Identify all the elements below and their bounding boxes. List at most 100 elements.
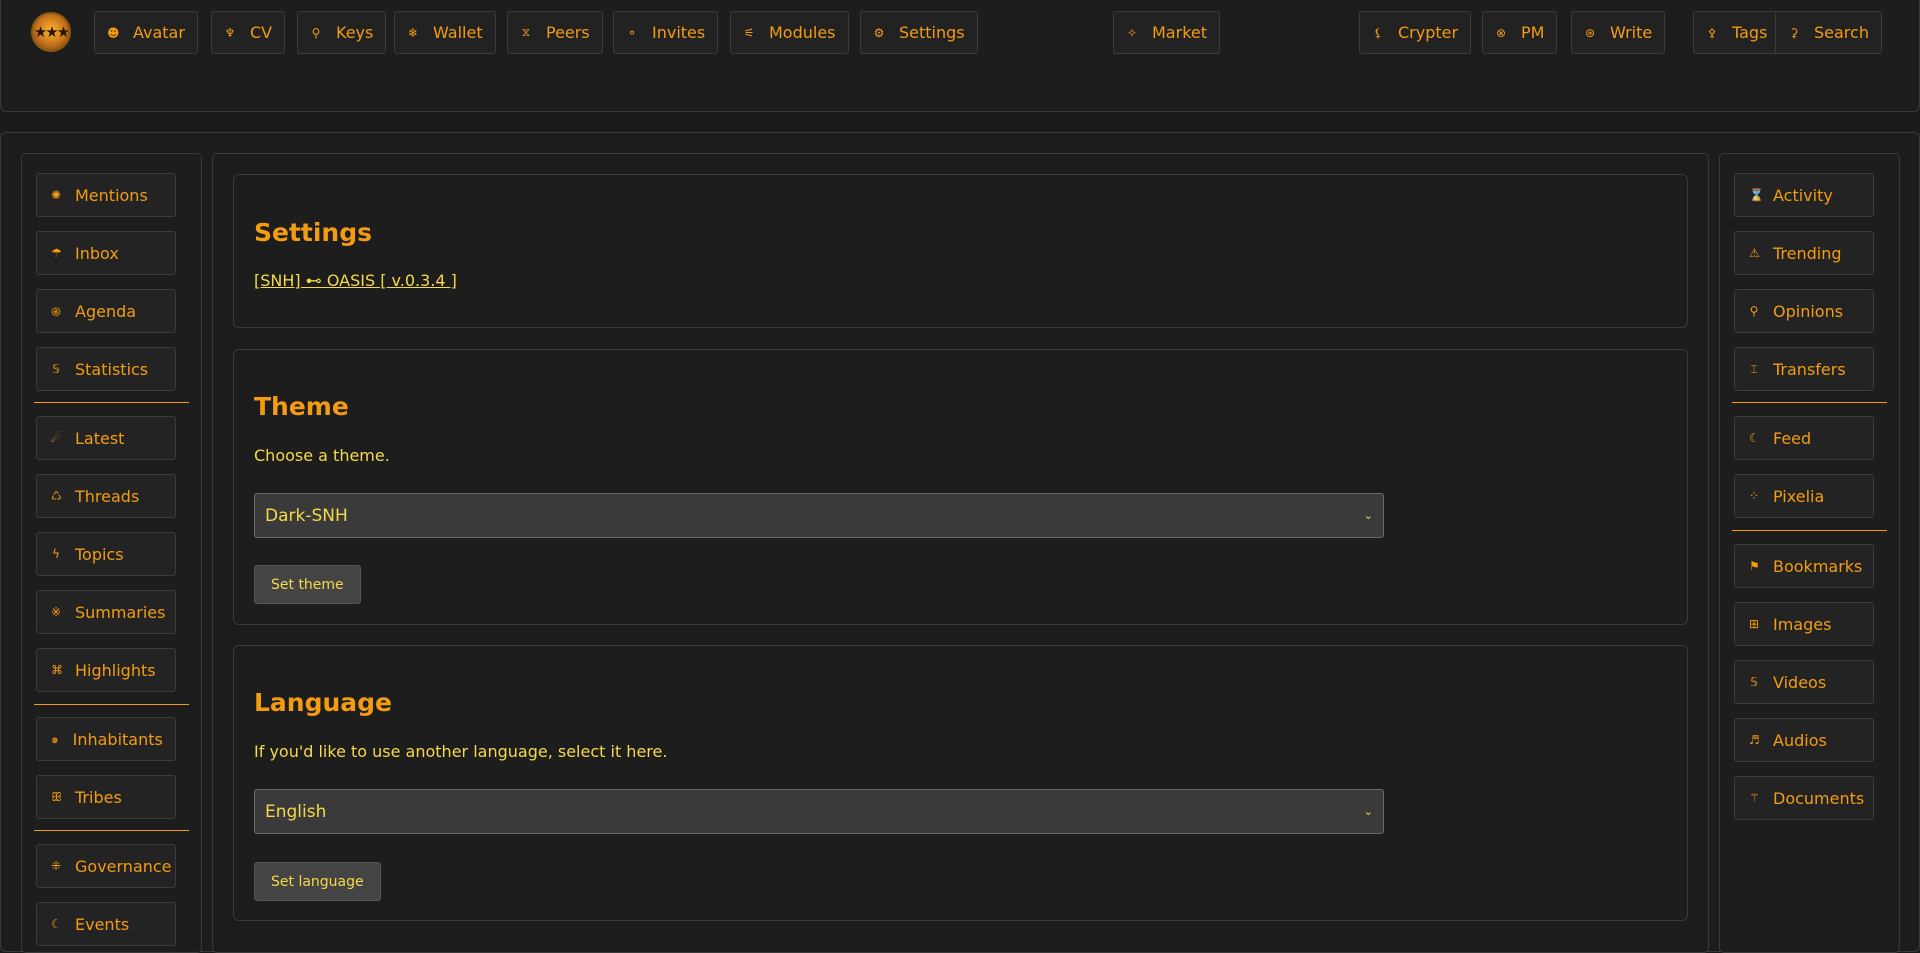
chevron-down-icon: ⌄ (1363, 509, 1373, 522)
document-icon: ⚚ (1749, 791, 1760, 805)
sidebar-separator (34, 402, 189, 403)
sidebar-item-topics[interactable]: ϟ Topics (36, 532, 176, 576)
sidebar-item-agenda[interactable]: ֎ Agenda (36, 289, 176, 333)
sidebar-item-pixelia[interactable]: ⁘ Pixelia (1734, 474, 1874, 518)
language-select-value: English (265, 801, 327, 822)
reference-mark-icon: ※ (51, 605, 62, 619)
sidebar-item-label: Tribes (75, 787, 122, 807)
sidebar-item-label: Events (75, 914, 130, 934)
recycle-icon: ♺ (51, 489, 62, 503)
sidebar-item-label: Summaries (75, 602, 166, 622)
nav-cv-button[interactable]: ♆ CV (211, 11, 286, 54)
nav-label: Settings (899, 23, 965, 42)
sidebar-item-opinions[interactable]: ⚲ Opinions (1734, 289, 1874, 333)
pm-icon: ⊗ (1495, 25, 1507, 40)
language-select[interactable]: English ⌄ (254, 789, 1384, 834)
moon-icon: ☾ (51, 917, 62, 931)
theme-select[interactable]: Dark-SNH ⌄ (254, 493, 1384, 538)
set-theme-button[interactable]: Set theme (254, 565, 361, 604)
sidebar-item-label: Audios (1773, 730, 1827, 750)
sidebar-item-feed[interactable]: ☾ Feed (1734, 416, 1874, 460)
sidebar-item-label: Statistics (75, 359, 149, 379)
sidebar-item-images[interactable]: ⊞ Images (1734, 602, 1874, 646)
sidebar-item-label: Agenda (75, 301, 137, 321)
hourglass-icon: ⧖ (521, 25, 531, 39)
command-icon: ⌘ (51, 663, 63, 677)
nav-modules-button[interactable]: ⚟ Modules (730, 11, 849, 54)
nav-label: CV (250, 23, 273, 42)
sidebar-item-label: Images (1773, 614, 1832, 634)
nav-label: Invites (652, 23, 706, 42)
nav-label: Crypter (1398, 23, 1459, 42)
sidebar-item-videos[interactable]: 𝕊 Videos (1734, 660, 1874, 704)
language-description: If you'd like to use another language, s… (254, 742, 668, 761)
sidebar-item-tribes[interactable]: ꕥ Tribes (36, 775, 176, 819)
sidebar-item-highlights[interactable]: ⌘ Highlights (36, 648, 176, 692)
umbrella-icon: ☂ (51, 246, 62, 260)
nav-label: Keys (336, 23, 374, 42)
sidebar-item-label: Threads (75, 486, 140, 506)
sidebar-item-inbox[interactable]: ☂ Inbox (36, 231, 176, 275)
video-icon: 𝕊 (1750, 675, 1758, 689)
audio-icon: ♬ (1749, 733, 1760, 747)
pixel-icon: ⁘ (1749, 489, 1760, 503)
theme-description: Choose a theme. (254, 446, 390, 465)
logo[interactable]: ★★★ (31, 12, 71, 52)
search-icon: ⚳ (1789, 25, 1799, 40)
nav-avatar-button[interactable]: ☻ Avatar (94, 11, 198, 54)
sidebar-item-inhabitants[interactable]: ๑ Inhabitants (36, 717, 176, 761)
nav-label: Wallet (433, 23, 483, 42)
nav-keys-button[interactable]: ⚲ Keys (297, 11, 387, 54)
nav-label: Search (1814, 23, 1869, 42)
theme-card: Theme Choose a theme. Dark-SNH ⌄ Set the… (233, 349, 1688, 625)
bookmark-icon: ⚑ (1749, 559, 1760, 573)
sidebar-item-audios[interactable]: ♬ Audios (1734, 718, 1874, 762)
nav-market-button[interactable]: ✧ Market (1113, 11, 1220, 54)
set-language-button[interactable]: Set language (254, 862, 381, 901)
nav-search-button[interactable]: ⚳ Search (1775, 11, 1882, 54)
sidebar-item-summaries[interactable]: ※ Summaries (36, 590, 176, 634)
nav-invites-button[interactable]: ⚬ Invites (613, 11, 719, 54)
sidebar-item-trending[interactable]: ⚠ Trending (1734, 231, 1874, 275)
nav-label: Modules (769, 23, 836, 42)
sidebar-item-mentions[interactable]: ✺ Mentions (36, 173, 176, 217)
sidebar-item-threads[interactable]: ♺ Threads (36, 474, 176, 518)
nav-label: Peers (546, 23, 590, 42)
top-bar: ★★★ ☻ Avatar ♆ CV ⚲ Keys ❄ Wallet ⧖ Peer… (0, 0, 1920, 112)
version-link[interactable]: [SNH] ⊷ OASIS [ v.0.3.4 ] (254, 271, 457, 290)
sidebar-item-events[interactable]: ☾ Events (36, 902, 176, 946)
sidebar-item-activity[interactable]: ⌛ Activity (1734, 173, 1874, 217)
theme-title: Theme (254, 392, 349, 421)
sidebar-item-label: Inhabitants (72, 729, 163, 749)
opinions-icon: ⚲ (1749, 304, 1759, 318)
sidebar-item-label: Inbox (75, 243, 119, 263)
sidebar-item-label: Trending (1773, 243, 1842, 263)
gear-icon: ⚙ (873, 25, 885, 40)
nav-label: Market (1152, 23, 1207, 42)
nav-peers-button[interactable]: ⧖ Peers (507, 11, 603, 54)
sidebar-item-latest[interactable]: ☄ Latest (36, 416, 176, 460)
governance-icon: ⁜ (51, 859, 62, 873)
statistics-icon: 𝕊 (52, 362, 60, 376)
sidebar-item-documents[interactable]: ⚚ Documents (1734, 776, 1874, 820)
sidebar-item-label: Videos (1773, 672, 1827, 692)
agenda-icon: ֎ (51, 304, 61, 319)
nav-tags-button[interactable]: ⚴ Tags (1693, 11, 1781, 54)
sidebar-item-label: Documents (1773, 788, 1865, 808)
sidebar-item-transfers[interactable]: ⌶ Transfers (1734, 347, 1874, 391)
sparkle-icon: ✧ (1126, 25, 1138, 40)
sidebar-separator (34, 704, 189, 705)
nav-crypter-button[interactable]: ⚸ Crypter (1359, 11, 1472, 54)
sidebar-item-label: Feed (1773, 428, 1812, 448)
nav-pm-button[interactable]: ⊗ PM (1482, 11, 1558, 54)
nav-settings-button[interactable]: ⚙ Settings (860, 11, 978, 54)
nav-write-button[interactable]: ⊛ Write (1571, 11, 1666, 54)
sidebar-item-statistics[interactable]: 𝕊 Statistics (36, 347, 176, 391)
nav-wallet-button[interactable]: ❄ Wallet (394, 11, 496, 54)
image-grid-icon: ⊞ (1749, 617, 1760, 631)
sidebar-separator (1732, 530, 1887, 531)
sidebar-item-governance[interactable]: ⁜ Governance (36, 844, 176, 888)
tag-icon: ⚴ (1707, 25, 1717, 40)
sidebar-item-bookmarks[interactable]: ⚑ Bookmarks (1734, 544, 1874, 588)
hourglass-icon: ⌛ (1749, 188, 1764, 202)
